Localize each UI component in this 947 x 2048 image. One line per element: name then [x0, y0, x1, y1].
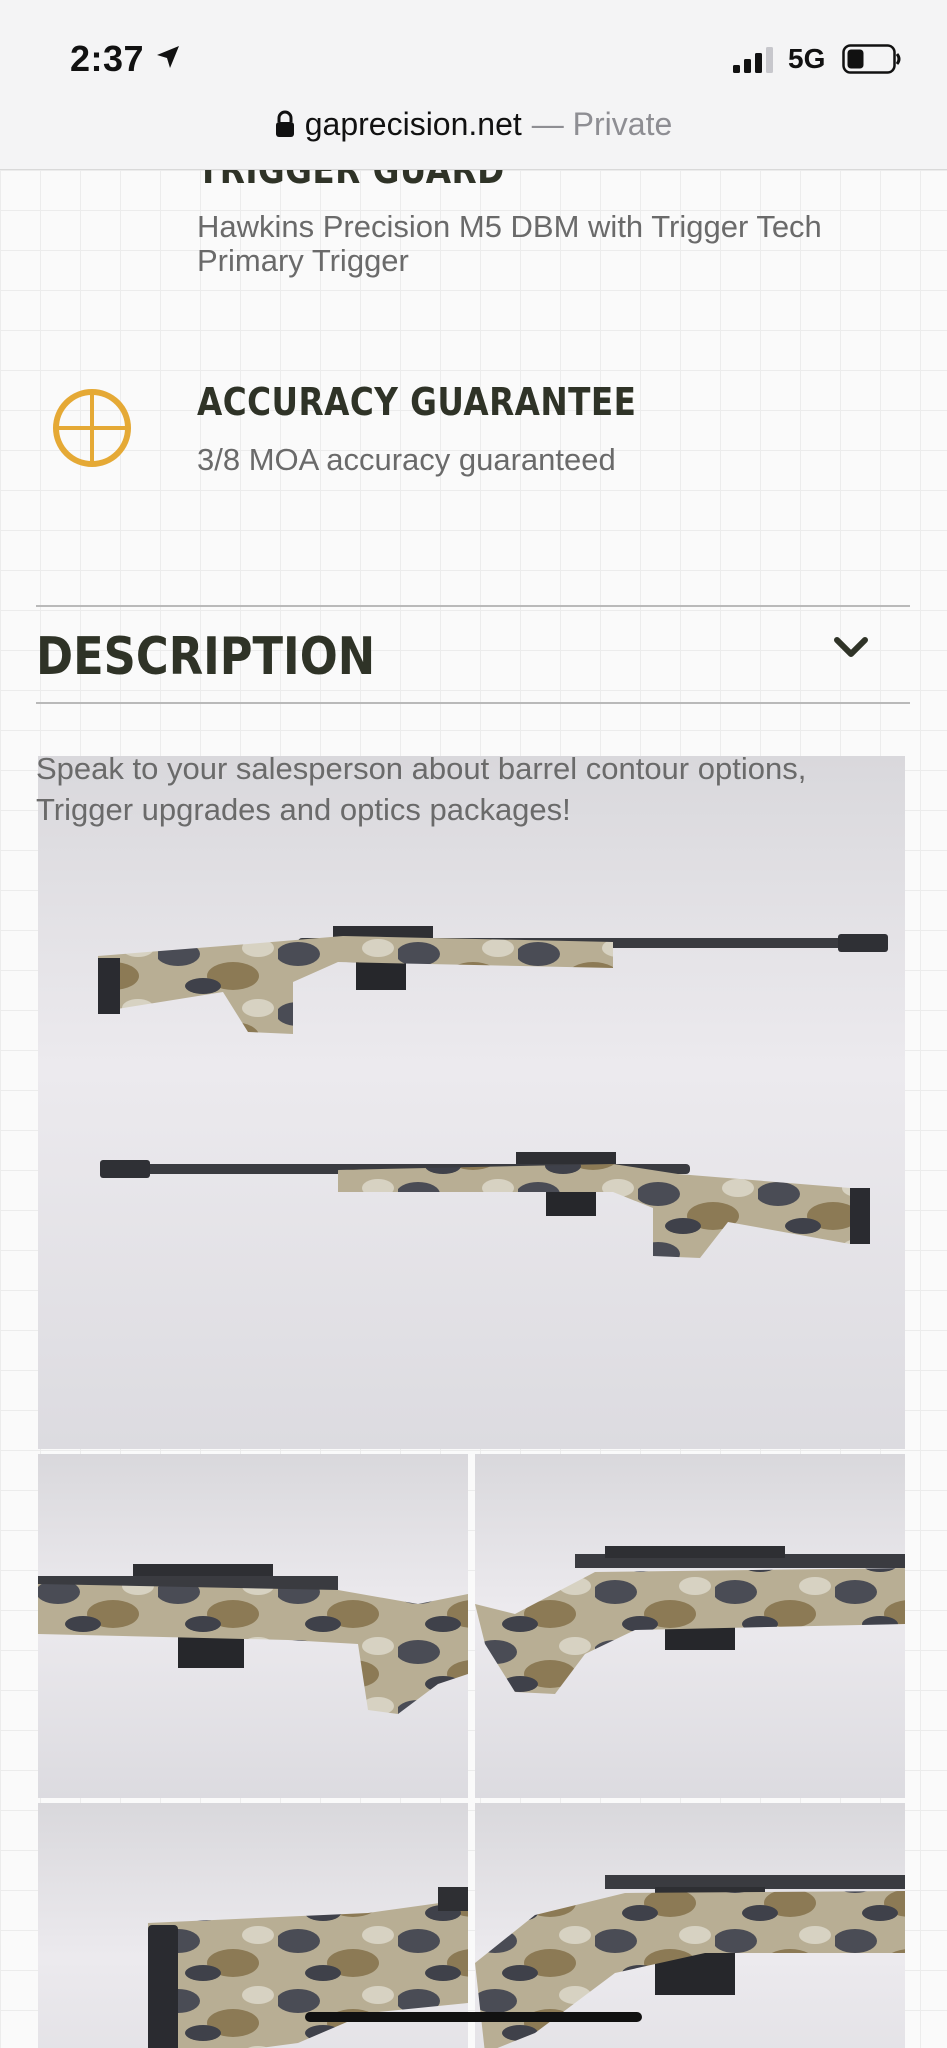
rifle-bottom-illustration [100, 1152, 870, 1258]
description-title[interactable]: DESCRIPTION [36, 627, 375, 687]
network-label: 5G [788, 43, 826, 74]
image-rifle-action-right[interactable] [475, 1454, 905, 1798]
page-content: TRIGGER GUARD Hawkins Precision M5 DBM w… [0, 170, 947, 2048]
battery-icon [842, 44, 901, 74]
divider-top [36, 605, 910, 607]
feature-text-accuracy: 3/8 MOA accuracy guaranteed [197, 442, 616, 477]
home-indicator[interactable] [305, 2012, 642, 2022]
image-rifle-stock-left[interactable] [38, 1454, 468, 1798]
status-time: 2:37 [70, 38, 145, 79]
divider-bottom [36, 702, 910, 704]
rifle-top-illustration [98, 926, 888, 1034]
feature-heading-trigger-guard: TRIGGER GUARD [197, 170, 505, 192]
address-bar[interactable]: gaprecision.net — Private [0, 100, 947, 148]
chevron-down-icon[interactable] [833, 636, 869, 660]
private-label: — Private [531, 105, 673, 142]
url-domain: gaprecision.net [304, 105, 522, 142]
browser-chrome: 2:37 5G gaprecision.net — Private [0, 0, 947, 170]
image-rifle-both-sides[interactable] [38, 756, 905, 1449]
feature-heading-accuracy: ACCURACY GUARANTEE [197, 380, 637, 424]
feature-text-trigger-guard: Hawkins Precision M5 DBM with Trigger Te… [197, 209, 822, 278]
signal-icon [733, 47, 773, 73]
description-text: Speak to your salesperson about barrel c… [36, 751, 807, 827]
crosshair-icon [53, 389, 131, 467]
lock-icon [275, 110, 294, 137]
location-arrow-icon [157, 46, 179, 68]
